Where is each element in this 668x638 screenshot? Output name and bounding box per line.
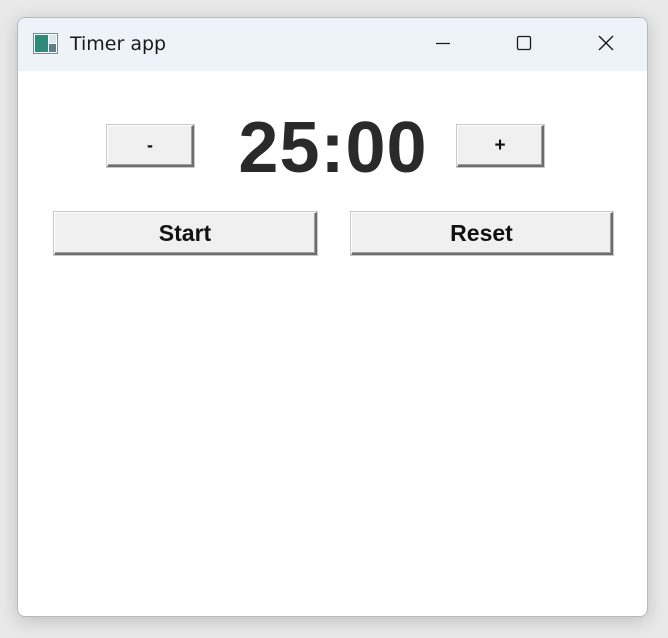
close-icon	[597, 34, 615, 56]
app-window: Timer app - 25:00 + Start Reset	[17, 17, 648, 617]
start-button[interactable]: Start	[54, 212, 317, 255]
increment-button[interactable]: +	[457, 125, 544, 167]
window-title: Timer app	[70, 33, 167, 55]
close-button[interactable]	[566, 18, 646, 71]
maximize-icon	[516, 35, 532, 55]
title-bar[interactable]: Timer app	[18, 18, 647, 71]
maximize-button[interactable]	[484, 18, 564, 71]
reset-button[interactable]: Reset	[351, 212, 613, 255]
decrement-button[interactable]: -	[107, 125, 194, 167]
timer-display: 25:00	[238, 108, 428, 188]
minimize-button[interactable]	[403, 18, 483, 71]
app-icon	[33, 33, 58, 54]
minimize-icon	[435, 35, 451, 55]
